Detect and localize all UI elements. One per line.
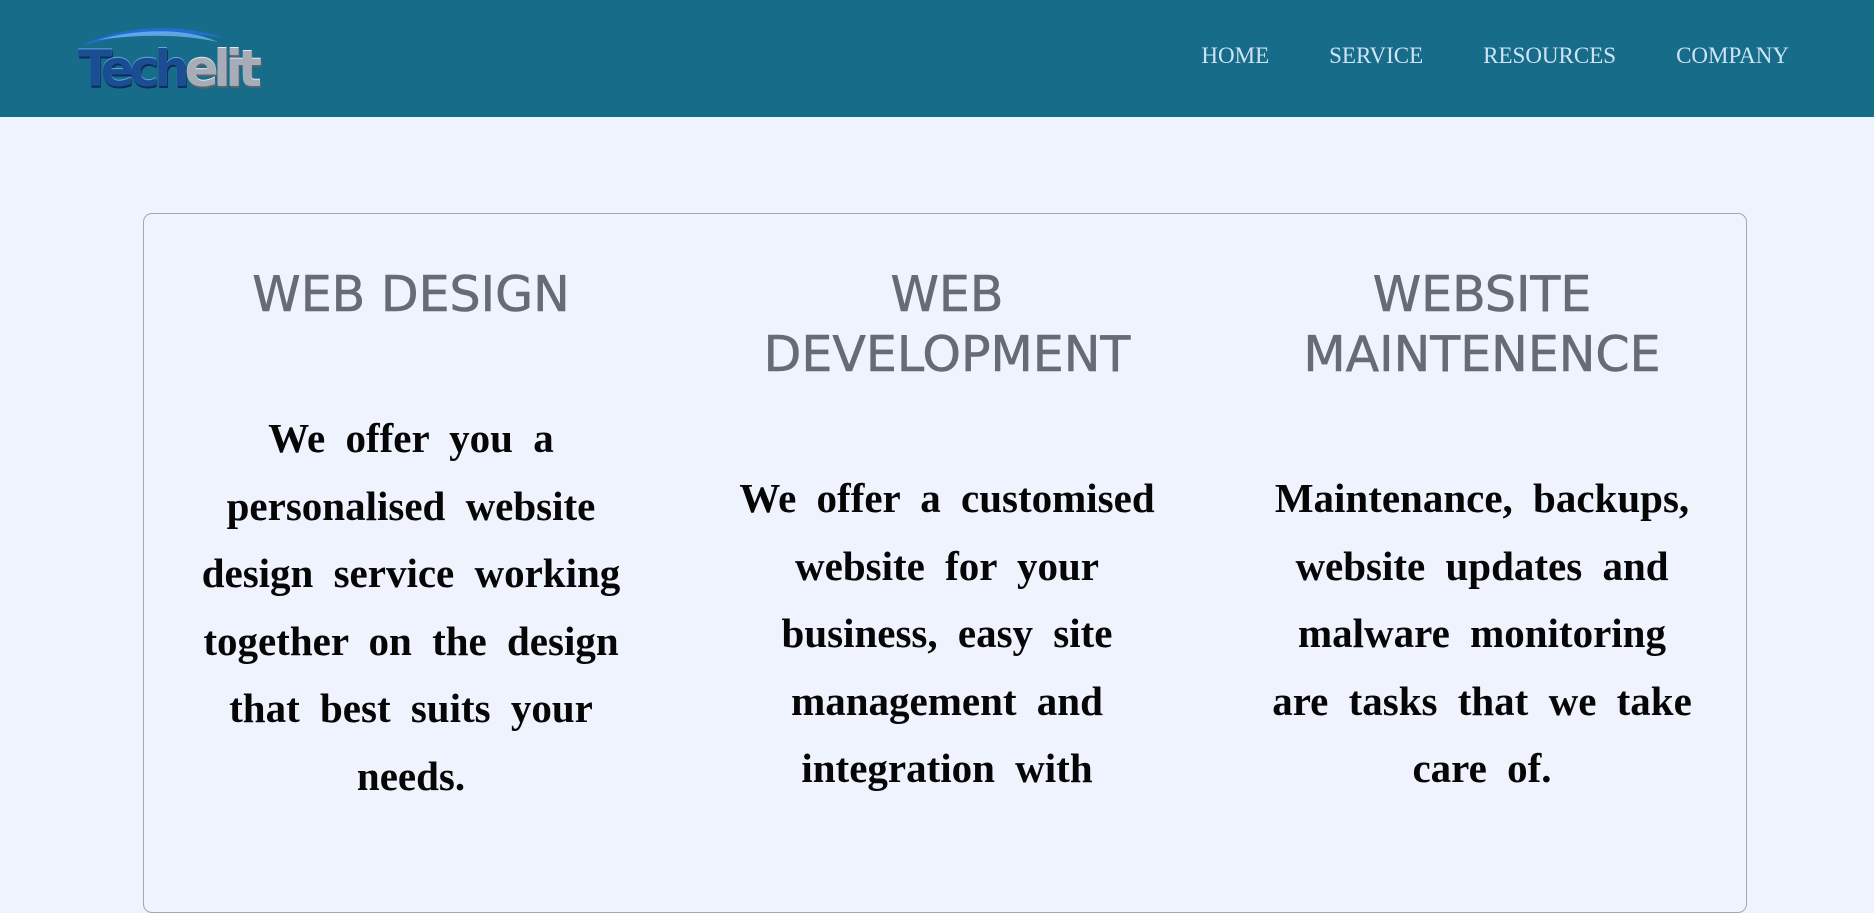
service-title: WEBSITE MAINTENENCE xyxy=(1303,266,1661,384)
service-title: WEB DEVELOPMENT xyxy=(763,266,1131,384)
nav-home-link[interactable]: HOME xyxy=(1201,41,1269,71)
service-web-development: WEB DEVELOPMENT We offer a customised we… xyxy=(727,265,1167,803)
nav-service-link[interactable]: SERVICE xyxy=(1329,41,1423,71)
site-header: Techelit HOME SERVICE RESOURCES COMPANY xyxy=(0,0,1874,117)
service-description: Maintenance, backups, website updates an… xyxy=(1272,475,1692,791)
service-description: We offer you a personalised website desi… xyxy=(201,415,621,799)
logo-text-part1: Tech xyxy=(78,40,190,98)
techelit-logo[interactable]: Techelit xyxy=(78,24,262,98)
main-nav: HOME SERVICE RESOURCES COMPANY xyxy=(1201,41,1789,71)
nav-resources-link[interactable]: RESOURCES xyxy=(1483,41,1616,71)
logo-text-part2: elit xyxy=(184,40,262,98)
service-description: We offer a customised website for your b… xyxy=(739,475,1155,791)
nav-company-link[interactable]: COMPANY xyxy=(1676,41,1789,71)
service-web-design: WEB DESIGN We offer you a personalised w… xyxy=(191,265,631,810)
logo-wordmark: Techelit xyxy=(78,40,262,98)
service-website-maintenance: WEBSITE MAINTENENCE Maintenance, backups… xyxy=(1262,265,1702,803)
service-title: WEB DESIGN xyxy=(252,266,570,324)
